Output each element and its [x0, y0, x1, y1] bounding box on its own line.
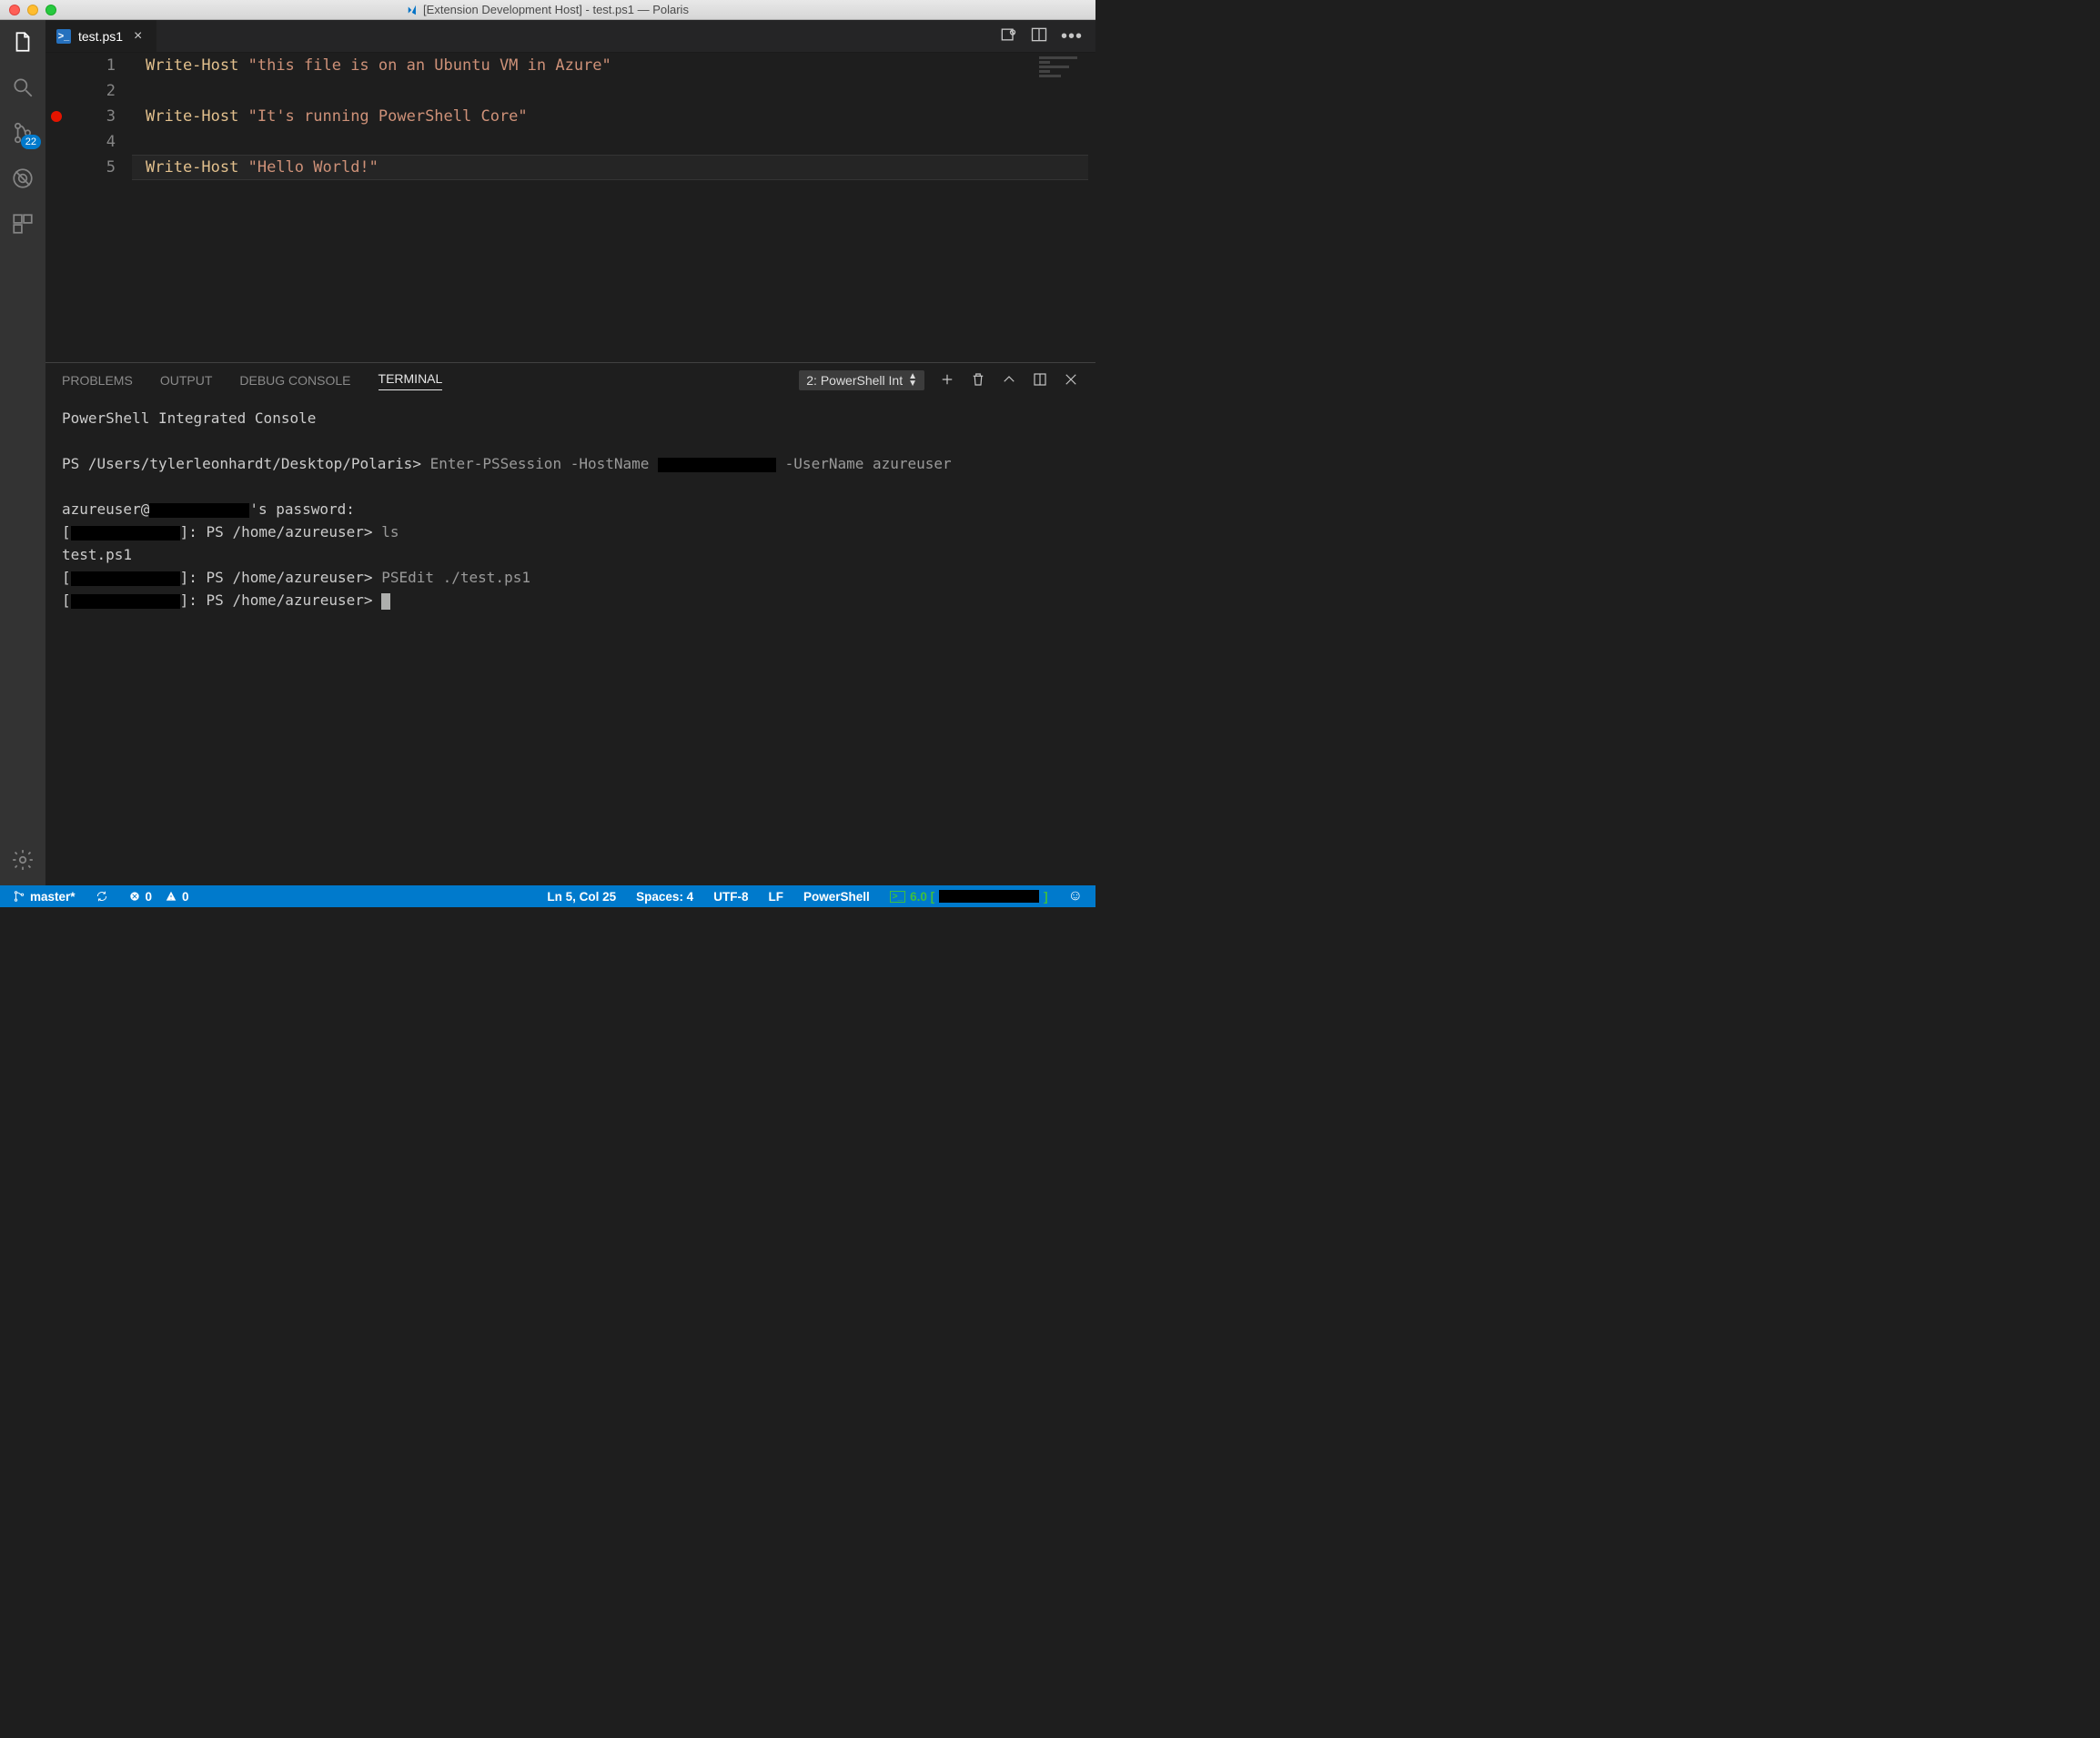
panel-tab-debug-console[interactable]: DEBUG CONSOLE	[239, 373, 350, 388]
line-number: 5	[45, 155, 116, 180]
zoom-window-button[interactable]	[45, 5, 56, 15]
search-icon[interactable]	[10, 75, 35, 100]
tab-filename: test.ps1	[78, 29, 123, 44]
status-bar: master* 0 0 Ln 5, Col 25 Spaces: 4 UTF-8…	[0, 885, 1095, 907]
settings-gear-icon[interactable]	[10, 847, 35, 873]
maximize-panel-icon[interactable]	[1032, 371, 1048, 390]
panel: PROBLEMS OUTPUT DEBUG CONSOLE TERMINAL 2…	[45, 362, 1095, 885]
close-window-button[interactable]	[9, 5, 20, 15]
redacted-host	[939, 890, 1039, 903]
redacted-text	[71, 571, 180, 586]
warnings-status[interactable]: 0	[161, 890, 193, 904]
errors-status[interactable]: 0	[125, 890, 156, 904]
eol-status[interactable]: LF	[764, 890, 787, 904]
new-terminal-icon[interactable]	[939, 371, 955, 390]
error-count: 0	[146, 890, 153, 904]
minimap[interactable]	[1039, 55, 1094, 91]
stepper-icon: ▲▼	[908, 373, 917, 388]
chevron-up-icon[interactable]	[1001, 371, 1017, 390]
line-number: 3	[45, 104, 116, 129]
panel-tab-problems[interactable]: PROBLEMS	[62, 373, 133, 388]
terminal-cursor	[381, 593, 390, 610]
terminal-selector-label: 2: PowerShell Int	[806, 373, 903, 388]
redacted-text	[149, 503, 249, 518]
line-number: 4	[45, 129, 116, 155]
powershell-version-status[interactable]: >_ 6.0 []	[886, 890, 1052, 904]
activity-bar: 22	[0, 20, 45, 885]
feedback-icon[interactable]: ☺	[1065, 888, 1086, 904]
explorer-icon[interactable]	[10, 29, 35, 55]
extensions-icon[interactable]	[10, 211, 35, 237]
panel-tab-output[interactable]: OUTPUT	[160, 373, 213, 388]
powershell-prompt-icon: >_	[890, 891, 905, 903]
scm-badge: 22	[21, 135, 41, 149]
code-line[interactable]	[146, 78, 1085, 104]
code-editor[interactable]: 12345 Write-Host "this file is on an Ubu…	[45, 53, 1095, 362]
terminal[interactable]: PowerShell Integrated ConsolePS /Users/t…	[45, 398, 1095, 885]
branch-name: master*	[30, 890, 76, 904]
indentation-status[interactable]: Spaces: 4	[632, 890, 697, 904]
sync-status[interactable]	[92, 890, 112, 903]
line-number: 1	[45, 53, 116, 78]
terminal-selector[interactable]: 2: PowerShell Int ▲▼	[799, 370, 924, 390]
line-number: 2	[45, 78, 116, 104]
tab-close-icon[interactable]: ×	[130, 28, 146, 45]
redacted-text	[658, 458, 776, 472]
panel-tab-terminal[interactable]: TERMINAL	[379, 371, 443, 390]
split-editor-icon[interactable]	[1030, 25, 1048, 46]
vscode-icon	[407, 4, 419, 16]
redacted-text	[71, 526, 180, 541]
redacted-text	[71, 594, 180, 609]
powershell-file-icon: >_	[56, 29, 71, 44]
code-line[interactable]: Write-Host "Hello World!"	[146, 155, 1085, 180]
close-panel-icon[interactable]	[1063, 371, 1079, 390]
titlebar: [Extension Development Host] - test.ps1 …	[0, 0, 1095, 20]
minimize-window-button[interactable]	[27, 5, 38, 15]
editor-tabbar: >_ test.ps1 × •••	[45, 20, 1095, 53]
tab-test-ps1[interactable]: >_ test.ps1 ×	[45, 20, 157, 52]
ps-version-text: 6.0 [	[910, 890, 934, 904]
encoding-status[interactable]: UTF-8	[710, 890, 752, 904]
source-control-icon[interactable]: 22	[10, 120, 35, 146]
code-line[interactable]	[146, 129, 1085, 155]
git-branch-status[interactable]: master*	[9, 890, 79, 904]
warning-count: 0	[182, 890, 189, 904]
window-title: [Extension Development Host] - test.ps1 …	[423, 3, 689, 16]
cursor-position-status[interactable]: Ln 5, Col 25	[543, 890, 620, 904]
open-changes-icon[interactable]	[999, 25, 1017, 46]
language-mode-status[interactable]: PowerShell	[800, 890, 873, 904]
code-line[interactable]: Write-Host "It's running PowerShell Core…	[146, 104, 1085, 129]
window-controls	[9, 5, 56, 15]
code-line[interactable]: Write-Host "this file is on an Ubuntu VM…	[146, 53, 1085, 78]
kill-terminal-icon[interactable]	[970, 371, 986, 390]
debug-icon[interactable]	[10, 166, 35, 191]
